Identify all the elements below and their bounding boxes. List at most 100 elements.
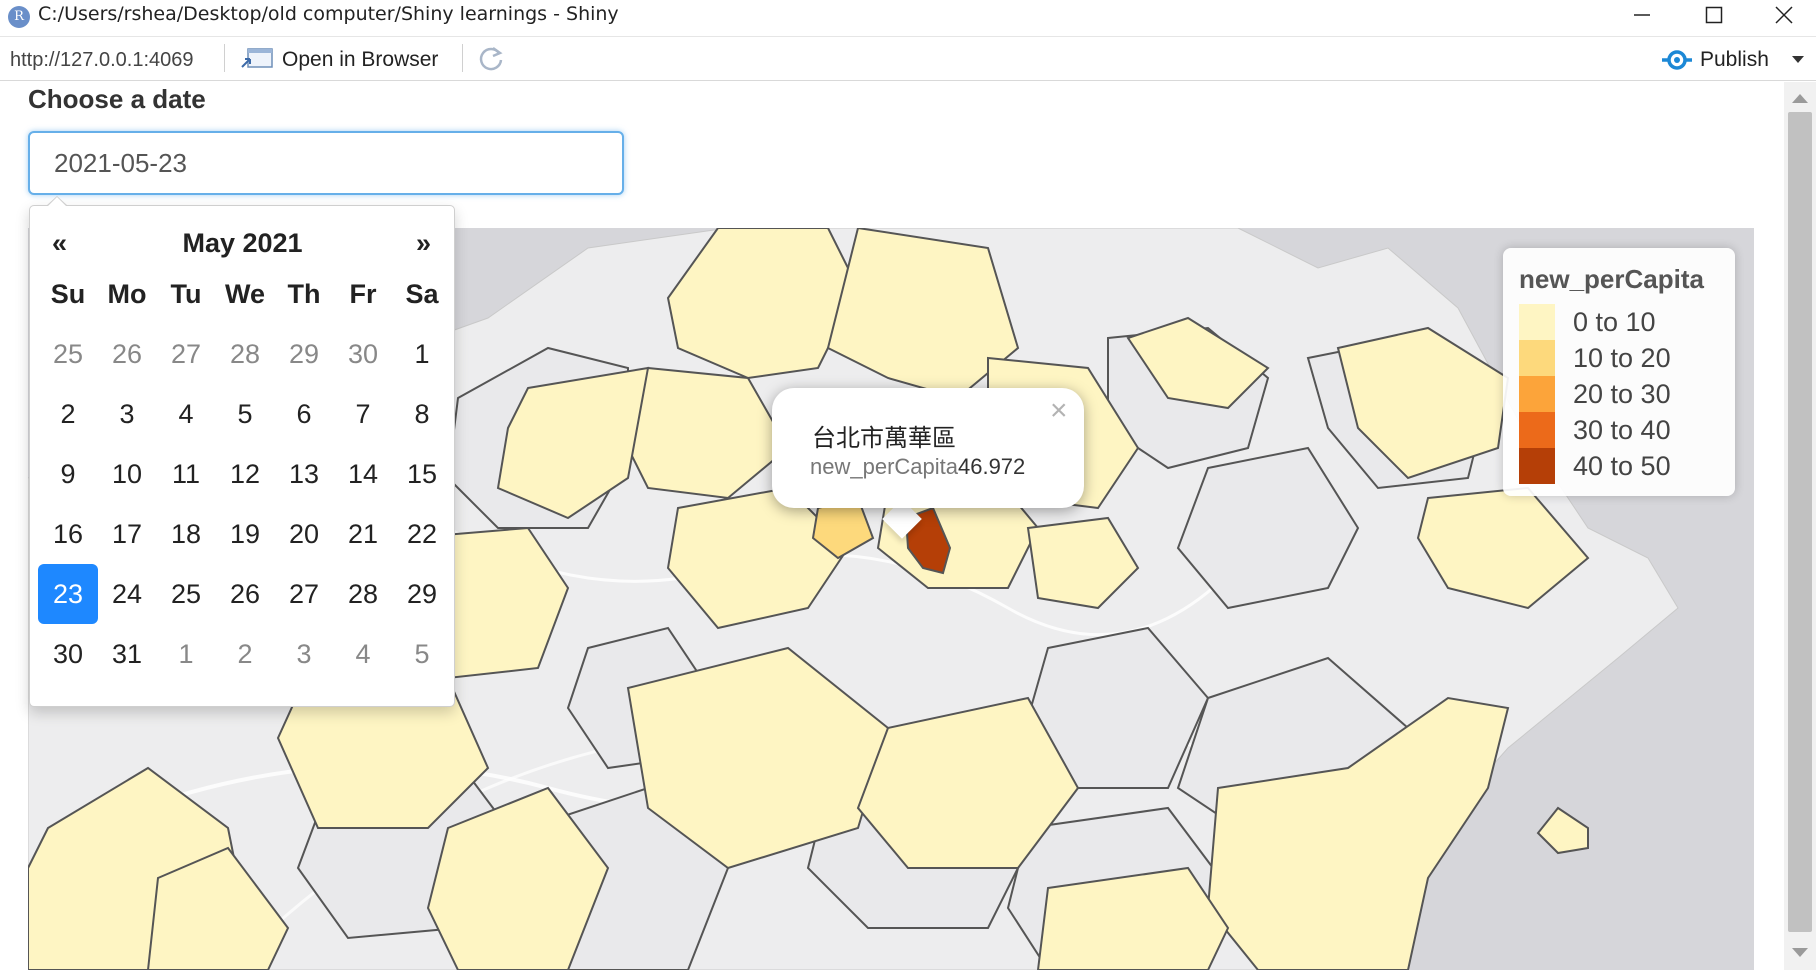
- calendar-day-selected[interactable]: 23: [38, 564, 98, 624]
- popup-close-button[interactable]: ×: [1050, 394, 1068, 428]
- weekday-header: Tu: [170, 279, 202, 309]
- weekday-header: We: [224, 279, 265, 309]
- legend-swatch: [1519, 412, 1555, 448]
- calendar-day[interactable]: 17: [97, 504, 157, 564]
- toolbar-separator: [224, 44, 225, 72]
- calendar-day[interactable]: 6: [274, 384, 334, 444]
- calendar-day[interactable]: 7: [333, 384, 393, 444]
- legend-title: new_perCapita: [1519, 264, 1704, 294]
- window-title: C:/Users/rshea/Desktop/old computer/Shin…: [38, 3, 619, 25]
- open-in-browser-label: Open in Browser: [282, 48, 439, 71]
- calendar-day[interactable]: 4: [156, 384, 216, 444]
- date-input-label: Choose a date: [28, 84, 206, 114]
- calendar-day[interactable]: 1: [392, 324, 452, 384]
- calendar-day[interactable]: 3: [97, 384, 157, 444]
- publish-label: Publish: [1700, 48, 1769, 71]
- legend-label: 10 to 20: [1573, 343, 1671, 373]
- calendar-day[interactable]: 28: [215, 324, 275, 384]
- next-month-button[interactable]: »: [416, 228, 431, 259]
- calendar-day[interactable]: 9: [38, 444, 98, 504]
- viewer-toolbar: http://127.0.0.1:4069 Open in Browser Pu…: [0, 37, 1816, 81]
- calendar-day[interactable]: 3: [274, 624, 334, 684]
- calendar-day[interactable]: 27: [274, 564, 334, 624]
- close-icon: [1775, 6, 1793, 24]
- calendar-week-row: 30 31 1 2 3 4 5: [30, 624, 454, 684]
- calendar-day[interactable]: 2: [215, 624, 275, 684]
- map-legend: new_perCapita 0 to 10 10 to 20 20 to 30 …: [1503, 248, 1735, 496]
- datepicker-month-title[interactable]: May 2021: [180, 228, 305, 259]
- legend-swatch: [1519, 376, 1555, 412]
- url-text[interactable]: http://127.0.0.1:4069: [10, 49, 194, 72]
- calendar-day[interactable]: 8: [392, 384, 452, 444]
- calendar-day[interactable]: 10: [97, 444, 157, 504]
- calendar-day[interactable]: 31: [97, 624, 157, 684]
- calendar-day[interactable]: 14: [333, 444, 393, 504]
- r-app-icon: R: [8, 6, 30, 28]
- minimize-button[interactable]: [1606, 0, 1678, 30]
- weekday-header: Mo: [107, 279, 147, 309]
- scroll-thumb[interactable]: [1788, 112, 1812, 932]
- calendar-day[interactable]: 15: [392, 444, 452, 504]
- publish-button[interactable]: Publish: [1658, 43, 1808, 75]
- maximize-icon: [1705, 6, 1723, 24]
- close-window-button[interactable]: [1748, 0, 1816, 30]
- minimize-icon: [1634, 14, 1650, 16]
- calendar-day[interactable]: 28: [333, 564, 393, 624]
- calendar-day[interactable]: 29: [274, 324, 334, 384]
- weekday-header: Sa: [405, 279, 439, 309]
- publish-icon: [1662, 50, 1692, 70]
- weekday-header: Th: [287, 279, 321, 309]
- calendar-day[interactable]: 2: [38, 384, 98, 444]
- calendar-day[interactable]: 12: [215, 444, 275, 504]
- popup-key: new_perCapita: [810, 454, 958, 479]
- calendar-day[interactable]: 5: [215, 384, 275, 444]
- legend-label: 20 to 30: [1573, 379, 1671, 409]
- calendar-day[interactable]: 29: [392, 564, 452, 624]
- calendar-day[interactable]: 1: [156, 624, 216, 684]
- calendar-day[interactable]: 24: [97, 564, 157, 624]
- refresh-button[interactable]: [476, 44, 506, 74]
- open-browser-icon: [241, 48, 273, 68]
- calendar-day[interactable]: 11: [156, 444, 216, 504]
- calendar-day[interactable]: 25: [38, 324, 98, 384]
- calendar-day[interactable]: 19: [215, 504, 275, 564]
- calendar-week-row: 2345678: [30, 384, 454, 444]
- calendar-day[interactable]: 25: [156, 564, 216, 624]
- calendar-day[interactable]: 13: [274, 444, 334, 504]
- scroll-down-arrow-icon[interactable]: [1792, 948, 1808, 957]
- popup-value: 46.972: [957, 454, 1026, 479]
- calendar-week-row: 9 10 11 12 13 14 15: [30, 444, 454, 504]
- calendar-day[interactable]: 16: [38, 504, 98, 564]
- calendar-week-row: 23 24 25 26 27 28 29: [30, 564, 454, 624]
- calendar-week-row: 25 26 27 28 29 30 1: [30, 324, 454, 384]
- popup-district-name: 台北市萬華區: [812, 424, 956, 452]
- legend-swatch: [1519, 340, 1555, 376]
- vertical-scrollbar[interactable]: [1784, 82, 1816, 970]
- refresh-icon: [479, 46, 503, 71]
- calendar-day[interactable]: 22: [392, 504, 452, 564]
- date-input[interactable]: 2021-05-23: [28, 131, 624, 195]
- calendar-day[interactable]: 4: [333, 624, 393, 684]
- calendar-day[interactable]: 5: [392, 624, 452, 684]
- toolbar-separator: [462, 44, 463, 72]
- calendar-day[interactable]: 21: [333, 504, 393, 564]
- calendar-day[interactable]: 26: [215, 564, 275, 624]
- maximize-button[interactable]: [1678, 0, 1750, 30]
- legend-swatch: [1519, 448, 1555, 484]
- calendar-day[interactable]: 20: [274, 504, 334, 564]
- calendar-day[interactable]: 30: [333, 324, 393, 384]
- legend-swatch: [1519, 304, 1555, 340]
- calendar-day[interactable]: 18: [156, 504, 216, 564]
- scroll-up-arrow-icon[interactable]: [1792, 94, 1808, 103]
- calendar-day[interactable]: 27: [156, 324, 216, 384]
- weekday-header-row: Su Mo Tu We Th Fr Sa: [30, 264, 454, 324]
- chevron-down-icon[interactable]: [1792, 56, 1804, 64]
- calendar-day[interactable]: 30: [38, 624, 98, 684]
- weekday-header: Fr: [349, 279, 377, 309]
- datepicker-dropdown: « May 2021 » Su Mo Tu We Th Fr Sa 25 26 27 28 29 30…: [29, 196, 455, 707]
- prev-month-button[interactable]: «: [52, 228, 67, 259]
- popup-value-line: new_perCapita46.972: [810, 454, 1025, 480]
- calendar-week-row: 16 17 18 19 20 21 22: [30, 504, 454, 564]
- calendar-day[interactable]: 26: [97, 324, 157, 384]
- legend-label: 30 to 40: [1573, 415, 1671, 445]
